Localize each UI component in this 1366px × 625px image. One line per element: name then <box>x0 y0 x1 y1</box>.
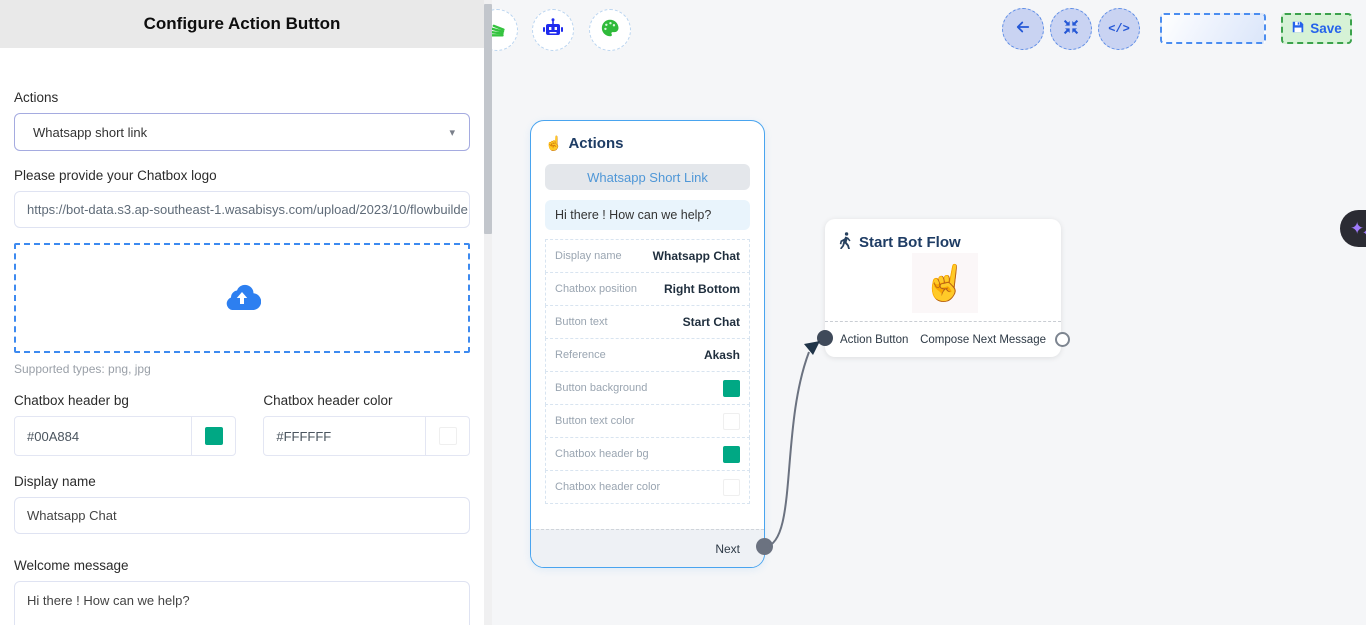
row-label: Chatbox position <box>555 283 637 295</box>
tap-hand-icon: ☝ <box>545 135 562 152</box>
action-button-input-handle[interactable] <box>817 330 833 346</box>
ai-assistant-button[interactable]: ✦ ✦ <box>1340 210 1366 247</box>
chevron-down-icon: ▾ <box>449 126 455 139</box>
chatbox-header-color-label: Chatbox header color <box>263 393 470 408</box>
chatbox-header-bg-label: Chatbox header bg <box>14 393 236 408</box>
welcome-message-pill: Hi there ! How can we help? <box>545 200 750 230</box>
start-node-header: Start Bot Flow <box>825 219 1061 253</box>
compress-icon <box>1063 19 1079 40</box>
logo-label: Please provide your Chatbox logo <box>14 168 470 183</box>
start-node-footer: Action Button Compose Next Message <box>825 321 1061 357</box>
action-config-row: Chatbox position Right Bottom <box>545 272 750 306</box>
arrow-left-icon <box>1014 18 1032 41</box>
next-output-handle[interactable] <box>756 538 773 555</box>
action-config-row: Button text color <box>545 404 750 438</box>
actions-node-footer: Next <box>531 529 764 567</box>
chatbox-header-color-field: #FFFFFF <box>263 416 470 456</box>
color-swatch <box>439 427 457 445</box>
chatbox-header-color-picker[interactable] <box>425 417 469 455</box>
cloud-upload-icon <box>223 281 261 316</box>
row-label: Display name <box>555 250 622 262</box>
compose-next-message-port-label: Compose Next Message <box>920 334 1046 346</box>
save-button[interactable]: Save <box>1281 13 1352 44</box>
action-config-row: Reference Akash <box>545 338 750 372</box>
action-button-port-label: Action Button <box>840 334 908 346</box>
floppy-icon <box>1291 20 1305 37</box>
hand-cursor-icon: ☝ <box>920 259 970 307</box>
supported-types-hint: Supported types: png, jpg <box>14 362 470 376</box>
action-config-row: Display name Whatsapp Chat <box>545 239 750 273</box>
row-label: Button text color <box>555 415 635 427</box>
action-config-row: Button text Start Chat <box>545 305 750 339</box>
actions-node-header: ☝ Actions <box>531 121 764 152</box>
row-label: Chatbox header bg <box>555 448 649 460</box>
color-swatch <box>723 479 740 496</box>
robot-icon <box>541 16 565 45</box>
chatbox-header-bg-field: #00A884 <box>14 416 236 456</box>
start-node-title: Start Bot Flow <box>859 234 961 251</box>
sparkle-small-icon: ✦ <box>1362 229 1366 239</box>
actions-select[interactable]: Whatsapp short link ▾ <box>14 113 470 151</box>
configure-panel: Configure Action Button Actions Whatsapp… <box>0 0 484 625</box>
compose-next-message-handle[interactable] <box>1055 332 1070 347</box>
actions-select-value: Whatsapp short link <box>33 125 147 140</box>
start-bot-flow-node[interactable]: Start Bot Flow ☝ Action Button Compose N… <box>825 219 1061 357</box>
logo-url-input[interactable]: https://bot-data.s3.ap-southeast-1.wasab… <box>14 191 470 228</box>
panel-title: Configure Action Button <box>0 0 484 48</box>
color-swatch <box>723 380 740 397</box>
scrollbar-thumb[interactable] <box>484 4 492 234</box>
row-value: Akash <box>704 348 740 362</box>
row-value: Right Bottom <box>664 282 740 296</box>
display-name-label: Display name <box>14 474 470 489</box>
row-label: Button text <box>555 316 608 328</box>
code-icon: </> <box>1108 22 1130 36</box>
flow-name-input[interactable] <box>1160 13 1266 44</box>
color-swatch <box>205 427 223 445</box>
welcome-message-input[interactable]: Hi there ! How can we help? <box>14 581 470 625</box>
walking-person-icon <box>839 232 853 253</box>
actions-label: Actions <box>14 90 470 105</box>
row-value: Start Chat <box>683 315 740 329</box>
logo-upload-dropzone[interactable] <box>14 243 470 353</box>
next-label: Next <box>715 542 740 556</box>
actions-node[interactable]: ☝ Actions Whatsapp Short Link Hi there !… <box>530 120 765 568</box>
row-label: Reference <box>555 349 606 361</box>
action-config-row: Chatbox header bg <box>545 437 750 471</box>
row-label: Button background <box>555 382 647 394</box>
chatbox-header-color-value[interactable]: #FFFFFF <box>264 417 425 455</box>
chatbox-header-bg-value[interactable]: #00A884 <box>15 417 191 455</box>
row-value: Whatsapp Chat <box>653 249 740 263</box>
action-config-rows: Display name Whatsapp Chat Chatbox positio… <box>545 239 750 504</box>
action-config-row: Chatbox header color <box>545 470 750 504</box>
action-type-pill[interactable]: Whatsapp Short Link <box>545 164 750 190</box>
welcome-message-label: Welcome message <box>14 558 470 573</box>
cursor-preview: ☝ <box>912 253 978 313</box>
bot-settings-button[interactable] <box>532 9 574 51</box>
action-config-row: Button background <box>545 371 750 405</box>
back-button[interactable] <box>1002 8 1044 50</box>
color-swatch <box>723 446 740 463</box>
save-button-label: Save <box>1310 21 1342 36</box>
embed-code-button[interactable]: </> <box>1098 8 1140 50</box>
color-swatch <box>723 413 740 430</box>
display-name-input[interactable]: Whatsapp Chat <box>14 497 470 534</box>
palette-icon <box>599 17 621 44</box>
panel-scrollbar[interactable] <box>484 0 492 625</box>
chatbox-header-bg-picker[interactable] <box>191 417 235 455</box>
actions-node-title: Actions <box>568 135 623 152</box>
row-label: Chatbox header color <box>555 481 660 493</box>
theme-button[interactable] <box>589 9 631 51</box>
fit-view-button[interactable] <box>1050 8 1092 50</box>
